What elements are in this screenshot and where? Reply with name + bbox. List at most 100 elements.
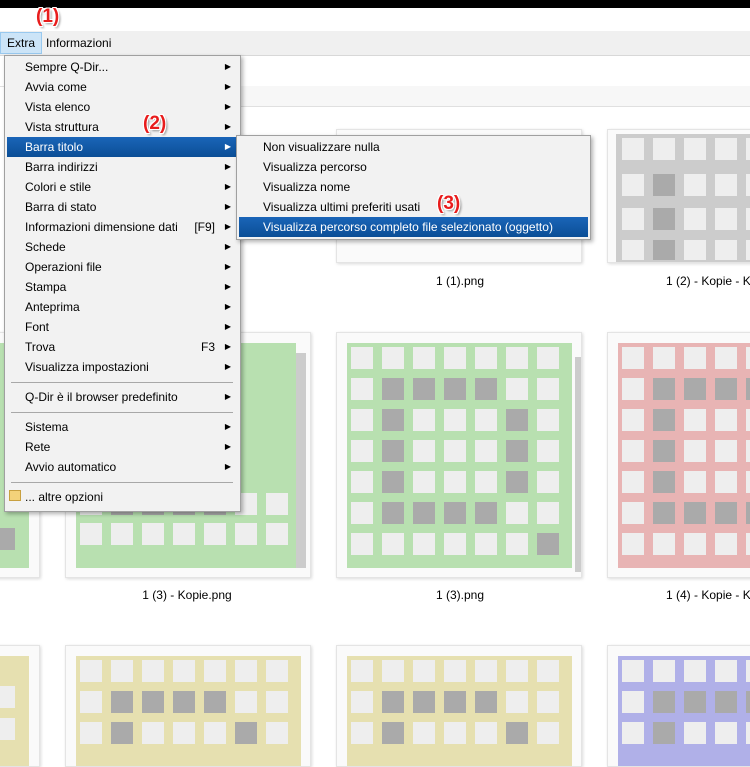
submenu-arrow-icon: ▶ [224, 462, 231, 471]
menu-informazioni[interactable]: Informazioni [40, 33, 117, 53]
submenu-arrow-icon: ▶ [224, 162, 231, 171]
menu-item-avvio-automatico[interactable]: Avvio automatico ▶ [7, 457, 237, 477]
thumbnail-image [347, 656, 572, 766]
submenu-item-ultimi-preferiti[interactable]: Visualizza ultimi preferiti usati [239, 197, 588, 217]
menu-item-label: Informazioni dimensione dati [25, 220, 178, 234]
submenu-item-label: Visualizza percorso completo file selezi… [263, 220, 553, 234]
menu-item-label: Sempre Q-Dir... [25, 60, 109, 74]
menu-item-label: Vista elenco [25, 100, 91, 114]
submenu-item-percorso[interactable]: Visualizza percorso [239, 157, 588, 177]
submenu-arrow-icon: ▶ [224, 202, 231, 211]
annotation-step-3: (3) [437, 193, 461, 214]
thumbnail-3-1[interactable] [65, 645, 311, 767]
barra-titolo-submenu: Non visualizzare nulla Visualizza percor… [236, 135, 591, 240]
file-caption: 1 (3).png [435, 588, 485, 602]
title-bar-area [240, 86, 750, 107]
menu-item-font[interactable]: Font ▶ [7, 317, 237, 337]
submenu-arrow-icon: ▶ [224, 282, 231, 291]
submenu-arrow-icon: ▶ [224, 122, 231, 131]
menu-item-rete[interactable]: Rete ▶ [7, 437, 237, 457]
thumbnail-3-0[interactable] [0, 645, 40, 767]
menu-item-label: Barra titolo [25, 140, 84, 154]
menu-item-label: Font [25, 320, 50, 334]
menu-item-sistema[interactable]: Sistema ▶ [7, 417, 237, 437]
thumbnail-image [347, 343, 581, 572]
menu-item-label: Anteprima [25, 300, 80, 314]
submenu-item-non-visualizzare[interactable]: Non visualizzare nulla [239, 137, 588, 157]
thumbnail-image [618, 656, 750, 766]
submenu-arrow-icon: ▶ [224, 262, 231, 271]
submenu-arrow-icon: ▶ [224, 422, 231, 431]
submenu-arrow-icon: ▶ [224, 222, 231, 231]
menu-item-label: Schede [25, 240, 66, 254]
file-caption: 1 (4) - Kopie - K [666, 588, 750, 602]
menu-item-barra-indirizzi[interactable]: Barra indirizzi ▶ [7, 157, 237, 177]
thumbnail-image [616, 134, 750, 262]
submenu-item-label: Visualizza nome [263, 180, 351, 194]
menu-item-visualizza-impostazioni[interactable]: Visualizza impostazioni ▶ [7, 357, 237, 377]
window-top-edge [0, 0, 750, 8]
file-caption: 1 (2) - Kopie - Ko [666, 274, 750, 288]
menu-item-shortcut: [F9] [194, 220, 215, 234]
menu-item-vista-struttura[interactable]: Vista struttura ▶ [7, 117, 237, 137]
menu-item-info-dimensione[interactable]: Informazioni dimensione dati [F9] ▶ [7, 217, 237, 237]
menu-bar: Extra Informazioni [0, 31, 750, 56]
file-caption: 1 (1).png [435, 274, 485, 288]
menu-item-label: Trova [25, 340, 56, 354]
submenu-item-label: Visualizza ultimi preferiti usati [263, 200, 421, 214]
thumbnail-2-2[interactable] [336, 332, 582, 578]
menu-item-label: Barra di stato [25, 200, 97, 214]
menu-item-label: Stampa [25, 280, 67, 294]
submenu-arrow-icon: ▶ [224, 242, 231, 251]
menu-separator [11, 482, 233, 483]
menu-item-barra-stato[interactable]: Barra di stato ▶ [7, 197, 237, 217]
submenu-arrow-icon: ▶ [224, 442, 231, 451]
menu-item-anteprima[interactable]: Anteprima ▶ [7, 297, 237, 317]
menu-item-altre-opzioni[interactable]: ... altre opzioni [7, 487, 237, 507]
submenu-arrow-icon: ▶ [224, 62, 231, 71]
menu-item-browser-predefinito[interactable]: Q-Dir è il browser predefinito ▶ [7, 387, 237, 407]
thumbnail-1-2[interactable] [607, 129, 750, 263]
menu-item-label: Sistema [25, 420, 69, 434]
menu-item-label: Barra indirizzi [25, 160, 98, 174]
submenu-item-label: Non visualizzare nulla [263, 140, 380, 154]
submenu-arrow-icon: ▶ [224, 342, 231, 351]
menu-item-barra-titolo[interactable]: Barra titolo ▶ [7, 137, 237, 157]
thumbnail-image [618, 343, 750, 568]
menu-extra[interactable]: Extra [0, 32, 43, 54]
thumbnail-2-3[interactable] [607, 332, 750, 578]
menu-item-label: ... altre opzioni [25, 490, 104, 504]
extra-menu-dropdown: Sempre Q-Dir... ▶ Avvia come ▶ Vista elenc… [4, 55, 241, 512]
menu-item-shortcut: F3 [200, 340, 215, 354]
annotation-step-2: (2) [143, 113, 167, 134]
submenu-item-nome[interactable]: Visualizza nome [239, 177, 588, 197]
thumbnail-image [0, 656, 29, 766]
submenu-item-label: Visualizza percorso [263, 160, 367, 174]
menu-separator [11, 412, 233, 413]
thumbnail-image [76, 656, 301, 766]
menu-item-schede[interactable]: Schede ▶ [7, 237, 237, 257]
menu-item-vista-elenco[interactable]: Vista elenco ▶ [7, 97, 237, 117]
submenu-arrow-icon: ▶ [224, 362, 231, 371]
menu-item-operazioni-file[interactable]: Operazioni file ▶ [7, 257, 237, 277]
menu-item-colori-stile[interactable]: Colori e stile ▶ [7, 177, 237, 197]
thumbnail-3-3[interactable] [607, 645, 750, 767]
menu-item-trova[interactable]: Trova F3 ▶ [7, 337, 237, 357]
menu-item-label: Colori e stile [25, 180, 92, 194]
file-caption: 1 (3) - Kopie.png [142, 588, 232, 602]
menu-item-stampa[interactable]: Stampa ▶ [7, 277, 237, 297]
menu-item-label: Operazioni file [25, 260, 102, 274]
submenu-arrow-icon: ▶ [224, 82, 231, 91]
annotation-step-1: (1) [36, 6, 60, 27]
submenu-item-percorso-completo[interactable]: Visualizza percorso completo file selezi… [239, 217, 588, 237]
menu-item-label: Vista struttura [25, 120, 99, 134]
menu-item-avvia-come[interactable]: Avvia come ▶ [7, 77, 237, 97]
menu-item-sempre-qdir[interactable]: Sempre Q-Dir... ▶ [7, 57, 237, 77]
menu-item-label: Visualizza impostazioni [25, 360, 149, 374]
submenu-arrow-icon: ▶ [224, 142, 231, 151]
thumbnail-3-2[interactable] [336, 645, 582, 767]
menu-item-label: Avvio automatico [25, 460, 117, 474]
submenu-arrow-icon: ▶ [224, 302, 231, 311]
menu-item-label: Avvia come [25, 80, 87, 94]
menu-separator [11, 382, 233, 383]
